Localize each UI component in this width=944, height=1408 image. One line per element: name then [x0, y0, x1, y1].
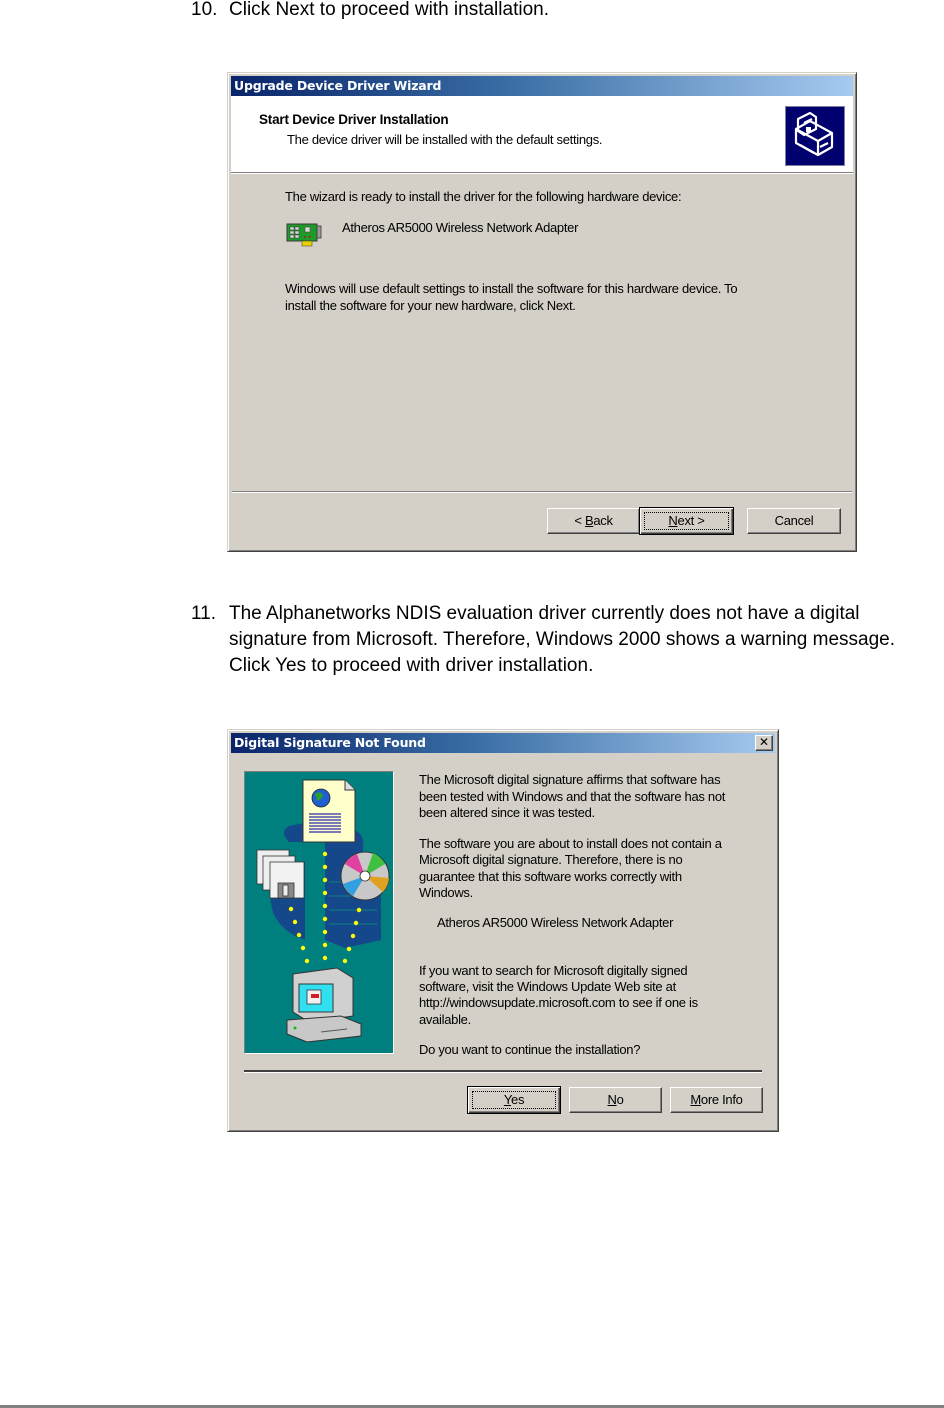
no-rest: o: [616, 1092, 624, 1107]
cancel-button[interactable]: Cancel: [747, 508, 841, 534]
software-install-illustration: [244, 771, 394, 1054]
signature-para3-line1: If you want to search for Microsoft digi…: [419, 963, 688, 978]
wizard-info-line-2: install the software for your new hardwa…: [285, 298, 576, 313]
upgrade-driver-wizard-window: Upgrade Device Driver Wizard Start Devic…: [227, 72, 857, 552]
wizard-button-separator: [232, 491, 852, 493]
network-card-icon: [285, 220, 325, 250]
more-info-mnemonic: M: [690, 1092, 701, 1107]
yes-button[interactable]: Yes: [467, 1086, 561, 1114]
more-info-button[interactable]: More Info: [670, 1087, 763, 1113]
no-mnemonic: N: [607, 1092, 617, 1107]
step-text: Click Next to proceed with installation.: [229, 0, 549, 20]
wizard-ready-text: The wizard is ready to install the drive…: [285, 189, 682, 204]
back-button[interactable]: < Back: [547, 508, 640, 534]
back-rest: ack: [593, 513, 613, 528]
signature-para1-line1: The Microsoft digital signature affirms …: [419, 772, 721, 787]
digital-signature-dialog: Digital Signature Not Found ✕ The Micros…: [227, 729, 779, 1132]
signature-para1-line3: been altered since it was tested.: [419, 805, 595, 820]
signature-device-name: Atheros AR5000 Wireless Network Adapter: [437, 915, 674, 930]
step-11: 11. The Alphanetworks NDIS evaluation dr…: [191, 601, 911, 681]
step-10: 10. Click Next to proceed with installat…: [191, 0, 891, 23]
wizard-titlebar[interactable]: Upgrade Device Driver Wizard: [231, 76, 853, 96]
signature-para3-line4: available.: [419, 1012, 471, 1027]
step-text: The Alphanetworks NDIS evaluation driver…: [229, 603, 896, 676]
wizard-info-line-1: Windows will use default settings to ins…: [285, 281, 738, 296]
wizard-device-name: Atheros AR5000 Wireless Network Adapter: [342, 220, 579, 235]
signature-para2-line1: The software you are about to install do…: [419, 836, 722, 851]
next-button[interactable]: Next >: [639, 507, 734, 535]
wizard-header-subtitle: The device driver will be installed with…: [287, 132, 603, 147]
signature-para2-line2: Microsoft digital signature. Therefore, …: [419, 852, 683, 867]
wizard-header-title: Start Device Driver Installation: [259, 112, 449, 127]
focus-rect: [472, 1091, 556, 1109]
focus-rect: [644, 512, 729, 530]
step-number: 11.: [191, 603, 217, 624]
hardware-install-icon: [785, 106, 845, 166]
no-button[interactable]: No: [569, 1087, 662, 1113]
close-icon[interactable]: ✕: [755, 735, 773, 751]
signature-para3-line3: http://windowsupdate.microsoft.com to se…: [419, 995, 698, 1010]
signature-dialog-titlebar[interactable]: Digital Signature Not Found: [231, 733, 775, 753]
signature-question: Do you want to continue the installation…: [419, 1042, 641, 1057]
signature-para3-line2: software, visit the Windows Update Web s…: [419, 979, 676, 994]
back-prefix: <: [574, 513, 585, 528]
signature-para1-line2: been tested with Windows and that the so…: [419, 789, 726, 804]
signature-para2-line3: guarantee that this software works corre…: [419, 869, 682, 884]
more-info-rest: ore Info: [700, 1092, 743, 1107]
wizard-header: Start Device Driver Installation The dev…: [231, 96, 853, 173]
signature-para2-line4: Windows.: [419, 885, 473, 900]
step-number: 10.: [191, 0, 218, 20]
signature-button-separator: [244, 1070, 762, 1073]
